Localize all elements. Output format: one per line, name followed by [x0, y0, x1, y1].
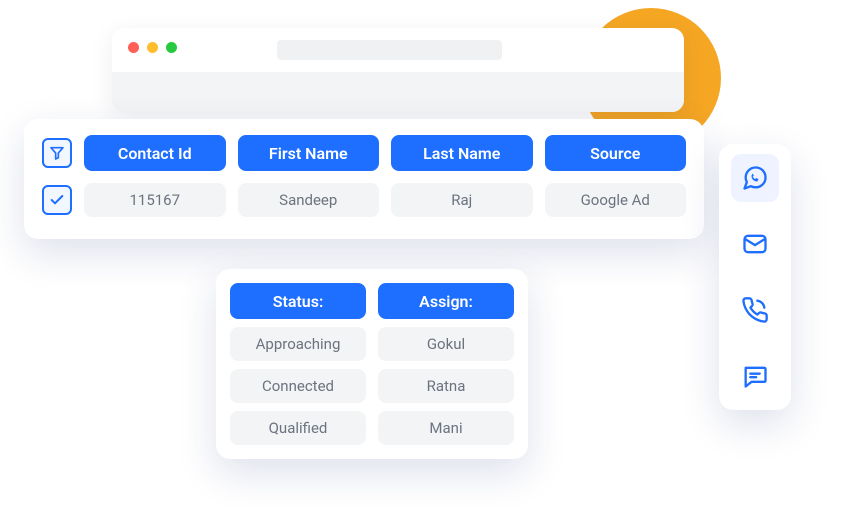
close-window-icon[interactable]	[128, 42, 139, 53]
whatsapp-icon	[741, 164, 769, 192]
column-header-first-name[interactable]: First Name	[238, 135, 380, 171]
traffic-lights	[128, 42, 177, 53]
chat-button[interactable]	[731, 352, 779, 400]
check-icon	[49, 192, 65, 208]
assign-option-mani[interactable]: Mani	[378, 411, 514, 445]
assign-option-ratna[interactable]: Ratna	[378, 369, 514, 403]
tab-bar	[112, 72, 684, 112]
filter-icon	[49, 145, 65, 161]
column-header-contact-id[interactable]: Contact Id	[84, 135, 226, 171]
chat-icon	[741, 362, 769, 390]
status-option-connected[interactable]: Connected	[230, 369, 366, 403]
column-header-last-name[interactable]: Last Name	[391, 135, 533, 171]
browser-window	[112, 28, 684, 112]
cell-source: Google Ad	[545, 183, 687, 217]
status-assign-popup: Status: Approaching Connected Qualified …	[216, 269, 528, 459]
status-column: Status: Approaching Connected Qualified	[230, 283, 366, 445]
cell-first-name: Sandeep	[238, 183, 380, 217]
filter-button[interactable]	[42, 138, 72, 168]
column-header-source[interactable]: Source	[545, 135, 687, 171]
url-bar[interactable]	[277, 40, 502, 60]
status-header: Status:	[230, 283, 366, 319]
cell-contact-id: 115167	[84, 183, 226, 217]
assign-column: Assign: Gokul Ratna Mani	[378, 283, 514, 445]
phone-button[interactable]	[731, 286, 779, 334]
mail-icon	[741, 230, 769, 258]
maximize-window-icon[interactable]	[166, 42, 177, 53]
row-checkbox[interactable]	[42, 185, 72, 215]
table-header-row: Contact Id First Name Last Name Source	[42, 135, 686, 171]
whatsapp-button[interactable]	[731, 154, 779, 202]
assign-header: Assign:	[378, 283, 514, 319]
mail-button[interactable]	[731, 220, 779, 268]
channel-rail	[719, 144, 791, 410]
status-option-approaching[interactable]: Approaching	[230, 327, 366, 361]
assign-option-gokul[interactable]: Gokul	[378, 327, 514, 361]
cell-last-name: Raj	[391, 183, 533, 217]
status-option-qualified[interactable]: Qualified	[230, 411, 366, 445]
table-row: 115167 Sandeep Raj Google Ad	[42, 183, 686, 217]
phone-icon	[741, 296, 769, 324]
contacts-table-card: Contact Id First Name Last Name Source 1…	[24, 119, 704, 239]
minimize-window-icon[interactable]	[147, 42, 158, 53]
